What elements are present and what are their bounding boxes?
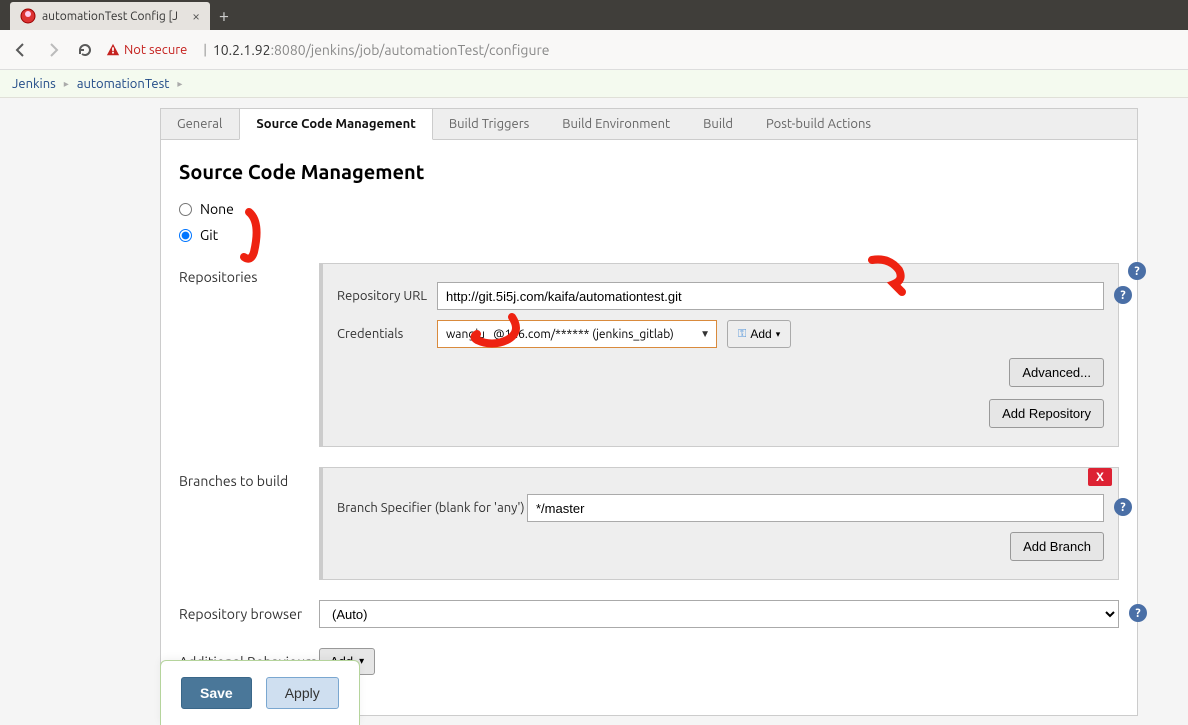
- breadcrumb-root[interactable]: Jenkins: [12, 77, 56, 91]
- apply-button[interactable]: Apply: [266, 677, 339, 709]
- save-button[interactable]: Save: [181, 677, 252, 709]
- scm-none-label: None: [200, 201, 234, 217]
- help-icon[interactable]: ?: [1114, 286, 1132, 304]
- branches-label: Branches to build: [179, 467, 319, 580]
- warning-icon: [106, 43, 120, 57]
- not-secure-label: Not secure: [124, 43, 187, 57]
- scm-none-radio[interactable]: [179, 203, 192, 216]
- scm-git-label: Git: [200, 227, 218, 243]
- scm-git-radio[interactable]: [179, 229, 192, 242]
- repo-url-input[interactable]: [437, 282, 1104, 310]
- breadcrumb: Jenkins ▸ automationTest ▸: [0, 70, 1188, 98]
- breadcrumb-job[interactable]: automationTest: [77, 77, 170, 91]
- tab-post-build[interactable]: Post-build Actions: [750, 109, 888, 139]
- credentials-label: Credentials: [337, 327, 437, 341]
- chevron-down-icon: ▾: [359, 656, 364, 667]
- reload-button[interactable]: [74, 39, 96, 61]
- credentials-value: wangju @126.com/****** (jenkins_gitlab): [446, 328, 674, 341]
- config-panel: Source Code Management None Git Reposito…: [160, 139, 1138, 716]
- add-branch-button[interactable]: Add Branch: [1010, 532, 1104, 561]
- page-title: Source Code Management: [179, 160, 1119, 183]
- repo-url-label: Repository URL: [337, 289, 437, 303]
- tab-scm[interactable]: Source Code Management: [239, 108, 432, 140]
- chevron-right-icon: ▸: [177, 78, 182, 90]
- browser-toolbar: Not secure | 10.2.1.92:8080/jenkins/job/…: [0, 30, 1188, 70]
- new-tab-button[interactable]: +: [210, 2, 238, 30]
- chevron-right-icon: ▸: [64, 78, 69, 90]
- add-credentials-button[interactable]: ⚿ Add ▾: [727, 320, 791, 348]
- chevron-down-icon: ▼: [700, 328, 710, 340]
- tab-title: automationTest Config [J: [42, 10, 178, 23]
- advanced-button[interactable]: Advanced...: [1009, 358, 1104, 387]
- delete-branch-button[interactable]: X: [1088, 468, 1112, 486]
- help-icon[interactable]: ?: [1114, 498, 1132, 516]
- branch-spec-label: Branch Specifier (blank for 'any'): [337, 501, 527, 515]
- address-bar[interactable]: 10.2.1.92:8080/jenkins/job/automationTes…: [213, 42, 1178, 58]
- credentials-select[interactable]: wangju @126.com/****** (jenkins_gitlab) …: [437, 320, 717, 348]
- repositories-label: Repositories: [179, 263, 319, 447]
- tab-environment[interactable]: Build Environment: [546, 109, 687, 139]
- jenkins-favicon: [20, 8, 36, 24]
- url-port: :8080: [271, 42, 306, 58]
- chevron-down-icon: ▾: [776, 329, 781, 340]
- branch-spec-input[interactable]: [527, 494, 1104, 522]
- add-cred-label: Add: [750, 327, 771, 341]
- key-icon: ⚿: [738, 328, 746, 341]
- repo-browser-select[interactable]: (Auto): [319, 600, 1119, 628]
- tab-triggers[interactable]: Build Triggers: [433, 109, 546, 139]
- add-repository-button[interactable]: Add Repository: [989, 399, 1104, 428]
- tab-build[interactable]: Build: [687, 109, 750, 139]
- help-icon[interactable]: ?: [1129, 604, 1147, 622]
- action-bar: Save Apply: [160, 660, 360, 725]
- security-indicator[interactable]: Not secure: [106, 43, 187, 57]
- tab-general[interactable]: General: [161, 109, 239, 139]
- browser-tab-strip: automationTest Config [J × +: [0, 0, 1188, 30]
- url-path: /jenkins/job/automationTest/configure: [306, 42, 550, 58]
- browser-tab[interactable]: automationTest Config [J ×: [10, 2, 210, 30]
- close-icon[interactable]: ×: [192, 8, 200, 24]
- config-tabs: General Source Code Management Build Tri…: [160, 108, 1138, 139]
- repo-browser-label: Repository browser: [179, 606, 319, 622]
- forward-button[interactable]: [42, 39, 64, 61]
- help-icon[interactable]: ?: [1128, 262, 1146, 280]
- url-host: 10.2.1.92: [213, 42, 271, 58]
- back-button[interactable]: [10, 39, 32, 61]
